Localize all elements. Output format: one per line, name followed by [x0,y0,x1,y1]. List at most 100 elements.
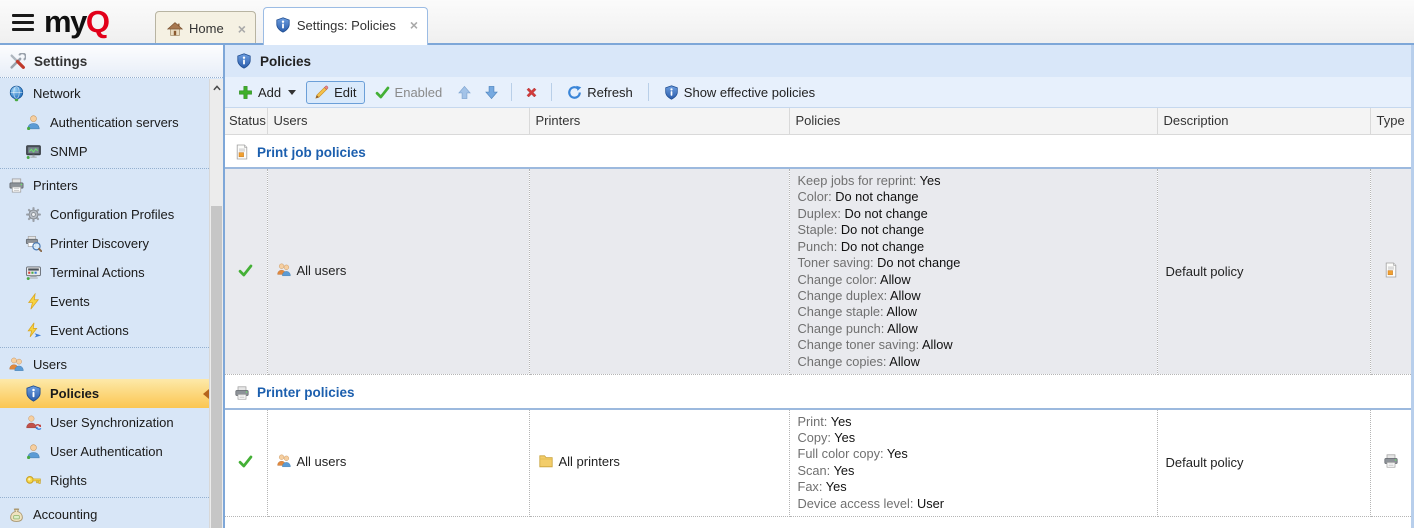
add-button[interactable]: Add [230,81,304,104]
policy-line: Change copies: Allow [798,354,1149,370]
description-cell: Default policy [1157,168,1370,374]
sidebar-item-printer-discovery[interactable]: Printer Discovery [0,229,209,258]
check-icon [375,85,390,100]
policy-row[interactable]: All usersAll printersPrint: YesCopy: Yes… [225,409,1411,517]
sidebar-item-user-authentication[interactable]: User Authentication [0,437,209,466]
enabled-button-label: Enabled [395,85,443,100]
policy-line: Punch: Do not change [798,239,1149,255]
sidebar-item-label: Configuration Profiles [50,207,174,222]
folder-icon [538,453,554,469]
sidebar-item-snmp[interactable]: SNMP [0,137,209,166]
sidebar-title: Settings [34,54,87,69]
printer-icon [234,385,250,401]
key-icon [25,472,42,489]
printers-value: All printers [559,454,620,469]
move-down-button[interactable] [479,81,504,104]
printer-search-icon [25,235,42,252]
delete-button[interactable] [519,81,544,104]
user-icon [25,114,42,131]
policy-line: Device access level: User [798,496,1149,512]
sidebar-item-label: Network [33,86,81,101]
sidebar-item-user-synchronization[interactable]: User Synchronization [0,408,209,437]
tab-close-icon[interactable]: × [410,18,418,32]
enabled-button[interactable]: Enabled [367,81,451,104]
sidebar-item-authentication-servers[interactable]: Authentication servers [0,108,209,137]
policy-line: Change duplex: Allow [798,288,1149,304]
refresh-button-label: Refresh [587,85,633,100]
scroll-up-button[interactable] [210,79,223,96]
arrow-down-icon [484,85,499,100]
column-header-status[interactable]: Status [225,108,267,134]
printer-icon [8,177,25,194]
group-row-print-job-policies[interactable]: Print job policies [225,134,1411,168]
column-header-policies[interactable]: Policies [789,108,1157,134]
column-header-users[interactable]: Users [267,108,529,134]
sidebar-scrollbar[interactable] [209,79,223,528]
lightning-icon [25,293,42,310]
users-value: All users [297,454,347,469]
sidebar-item-label: Authentication servers [50,115,179,130]
edit-button[interactable]: Edit [306,81,364,104]
tab-bar: Home× Settings: Policies × [155,0,435,45]
policy-line: Scan: Yes [798,463,1149,479]
policy-line: Change color: Allow [798,272,1149,288]
tools-icon [9,53,26,70]
sidebar-item-terminal-actions[interactable]: Terminal Actions [0,258,209,287]
sidebar-item-label: Accounting [33,507,97,522]
sidebar-item-users[interactable]: Users [0,350,209,379]
shield-icon [25,385,42,402]
lightning-action-icon [25,322,42,339]
sidebar-divider [0,347,209,348]
status-cell [225,168,267,374]
policies-table-container: StatusUsersPrintersPoliciesDescriptionTy… [225,108,1411,528]
sidebar-item-event-actions[interactable]: Event Actions [0,316,209,345]
toolbar: Add Edit Enabled [225,77,1411,108]
policy-line: Full color copy: Yes [798,446,1149,462]
hamburger-menu-icon[interactable] [12,14,34,34]
sidebar-item-events[interactable]: Events [0,287,209,316]
gear-icon [25,206,42,223]
moneybag-icon [8,506,25,523]
table-header-row: StatusUsersPrintersPoliciesDescriptionTy… [225,108,1411,134]
pencil-icon [314,85,329,100]
group-label: Printer policies [257,385,355,400]
tab-label: Settings: Policies [297,18,396,33]
table-body: Print job policiesAll usersKeep jobs for… [225,134,1411,516]
edit-button-label: Edit [334,85,356,100]
printer-icon [1383,453,1399,469]
status-cell [225,409,267,517]
sidebar-item-printers[interactable]: Printers [0,171,209,200]
shield-icon [236,53,252,69]
toolbar-separator [551,83,552,101]
sidebar-item-rights[interactable]: Rights [0,466,209,495]
column-header-description[interactable]: Description [1157,108,1370,134]
move-up-button[interactable] [452,81,477,104]
sidebar-nav: Network Authentication servers SNMP Printer… [0,79,209,528]
plus-icon [238,85,253,100]
sidebar-item-network[interactable]: Network [0,79,209,108]
policy-row[interactable]: All usersKeep jobs for reprint: YesColor… [225,168,1411,374]
globe-icon [8,85,25,102]
column-header-printers[interactable]: Printers [529,108,789,134]
refresh-button[interactable]: Refresh [559,81,641,104]
user-sync-icon [25,414,42,431]
tab-close-icon[interactable]: × [238,22,246,36]
column-header-type[interactable]: Type [1370,108,1411,134]
tab-home[interactable]: Home× [155,11,256,45]
user-icon [25,443,42,460]
scrollbar-thumb[interactable] [211,206,222,528]
sidebar-item-policies[interactable]: Policies [0,379,209,408]
tab-settings-policies[interactable]: Settings: Policies × [263,7,428,45]
printers-cell: All printers [529,409,789,517]
monitor-icon [25,143,42,160]
group-row-printer-policies[interactable]: Printer policies [225,374,1411,408]
sidebar-item-accounting[interactable]: Accounting [0,500,209,528]
sidebar-divider [0,497,209,498]
check-icon [238,263,253,278]
printers-cell [529,168,789,374]
app-body: Settings Network Authentication servers SN… [0,45,1414,528]
sidebar-item-label: Policies [50,386,99,401]
sidebar-item-configuration-profiles[interactable]: Configuration Profiles [0,200,209,229]
shield-icon [664,85,679,100]
show-effective-policies-button[interactable]: Show effective policies [656,81,823,104]
